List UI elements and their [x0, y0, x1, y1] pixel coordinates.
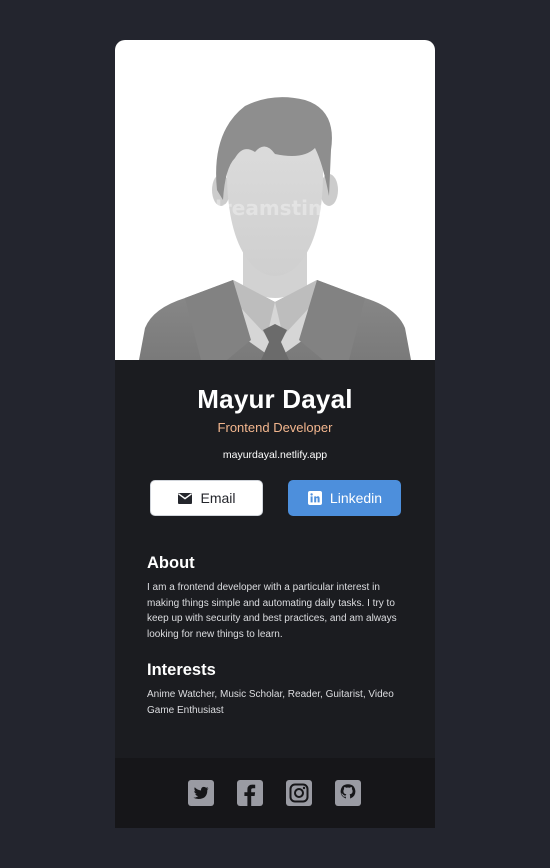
- profile-card: dreamstime Mayur Dayal Frontend Develope…: [115, 40, 435, 828]
- facebook-link[interactable]: [236, 779, 264, 807]
- about-heading: About: [147, 554, 195, 572]
- twitter-icon: [188, 780, 214, 806]
- envelope-icon: [177, 490, 193, 506]
- email-button-label: Email: [200, 490, 236, 506]
- interests-heading: Interests: [147, 661, 216, 679]
- interests-text: Anime Watcher, Music Scholar, Reader, Gu…: [147, 689, 394, 716]
- linkedin-icon: [307, 490, 323, 506]
- instagram-link[interactable]: [285, 779, 313, 807]
- github-link[interactable]: [334, 779, 362, 807]
- instagram-icon: [286, 780, 312, 806]
- email-button[interactable]: Email: [150, 480, 263, 516]
- profile-role: Frontend Developer: [217, 420, 333, 435]
- github-icon: [335, 780, 361, 806]
- twitter-link[interactable]: [187, 779, 215, 807]
- about-text: I am a frontend developer with a particu…: [147, 582, 397, 640]
- linkedin-button[interactable]: Linkedin: [288, 480, 401, 516]
- profile-name: Mayur Dayal: [197, 384, 353, 414]
- facebook-icon: [237, 780, 263, 806]
- profile-website[interactable]: mayurdayal.netlify.app: [115, 449, 435, 461]
- photo-watermark: dreamstime: [208, 196, 343, 220]
- avatar-placeholder-image: dreamstime: [139, 97, 411, 360]
- profile-photo: dreamstime: [115, 40, 435, 360]
- linkedin-button-label: Linkedin: [329, 490, 383, 506]
- social-footer: [115, 758, 435, 828]
